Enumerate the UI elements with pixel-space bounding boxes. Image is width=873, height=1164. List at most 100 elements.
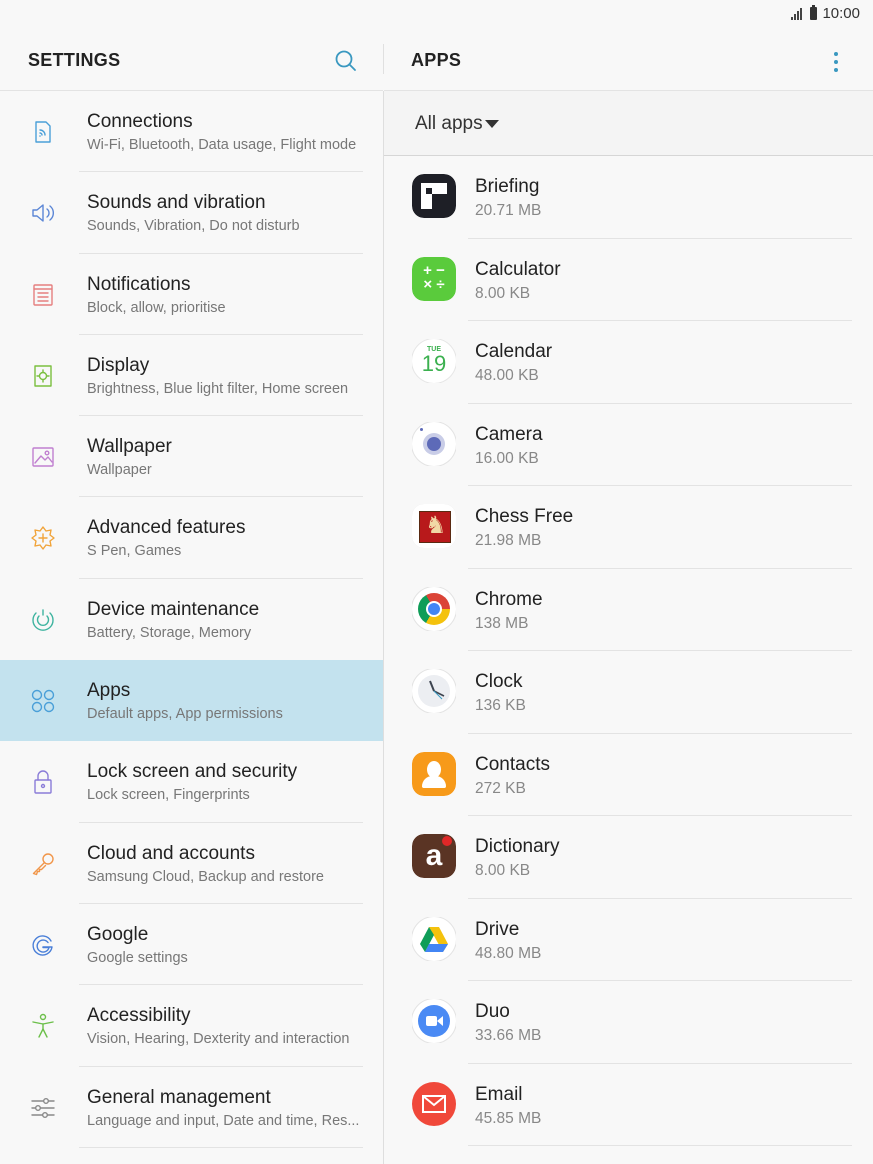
settings-item-title: Apps [87, 680, 131, 702]
dictionary-icon: a [412, 834, 456, 878]
settings-item-wallpaper[interactable]: Wallpaper Wallpaper [0, 416, 383, 498]
settings-item-title: Google [87, 923, 149, 945]
app-list-item[interactable]: Email 45.85 MB [384, 1064, 873, 1146]
status-indicators: 10:00 [791, 5, 860, 22]
signal-icon [791, 7, 805, 20]
settings-item-title: Display [87, 354, 150, 376]
app-list-item[interactable]: Duo 33.66 MB [384, 981, 873, 1064]
app-list-item[interactable]: Contacts 272 KB [384, 734, 873, 816]
settings-item-subtitle: Wi-Fi, Bluetooth, Data usage, Flight mod… [87, 137, 357, 153]
app-size: 48.80 MB [475, 944, 542, 962]
camera-icon [412, 421, 456, 466]
settings-item-subtitle: Google settings [87, 949, 188, 966]
settings-item-subtitle: S Pen, Games [87, 543, 182, 560]
settings-header: SETTINGS [0, 28, 383, 91]
advanced-features-icon [28, 523, 58, 553]
accessibility-icon [28, 1011, 58, 1041]
settings-list: Connections Wi-Fi, Bluetooth, Data usage… [0, 91, 383, 1148]
app-name: Camera [475, 423, 543, 445]
connections-icon [28, 117, 58, 147]
lock-icon [28, 767, 58, 797]
clock-time: 10:00 [822, 5, 860, 22]
settings-item-subtitle: Sounds, Vibration, Do not disturb [87, 218, 300, 235]
settings-item-title: General management [87, 1086, 271, 1108]
settings-item-subtitle: Lock screen, Fingerprints [87, 787, 250, 804]
settings-item-subtitle: Language and input, Date and time, Res..… [87, 1112, 360, 1129]
settings-item-google[interactable]: Google Google settings [0, 904, 383, 986]
briefing-icon [412, 174, 456, 218]
settings-item-subtitle: Wallpaper [87, 462, 152, 479]
settings-item-title: Advanced features [87, 517, 246, 539]
settings-item-subtitle: Samsung Cloud, Backup and restore [87, 868, 324, 885]
app-name: Email [475, 1083, 523, 1105]
app-size: 16.00 KB [475, 449, 539, 467]
app-list-item[interactable]: Camera 16.00 KB [384, 404, 873, 486]
app-name: Chess Free [475, 506, 574, 527]
app-size: 136 KB [475, 697, 526, 714]
app-name: Clock [475, 671, 523, 692]
settings-item-notifications[interactable]: Notifications Block, allow, prioritise [0, 254, 383, 335]
settings-item-accessibility[interactable]: Accessibility Vision, Hearing, Dexterity… [0, 985, 383, 1067]
calculator-icon: + − × ÷ [412, 256, 456, 301]
device-maintenance-icon [28, 605, 58, 635]
more-options-button[interactable] [825, 50, 847, 74]
volume-icon [28, 198, 58, 228]
email-icon [412, 1081, 456, 1126]
divider [468, 1145, 852, 1146]
search-button[interactable] [333, 48, 359, 74]
settings-item-subtitle: Brightness, Blue light filter, Home scre… [87, 380, 349, 397]
app-name: Contacts [475, 753, 550, 775]
app-list-item[interactable]: Chrome 138 MB [384, 569, 873, 651]
app-size: 48.00 KB [475, 367, 539, 384]
app-list-item[interactable]: Drive 48.80 MB [384, 899, 873, 981]
app-filter-dropdown[interactable]: All apps [384, 91, 873, 156]
app-name: Chrome [475, 588, 543, 610]
key-icon [28, 849, 58, 879]
app-name: Calculator [475, 258, 561, 280]
app-name: Dictionary [475, 836, 560, 857]
app-list-item[interactable]: a Dictionary 8.00 KB [384, 816, 873, 899]
app-size: 138 MB [475, 614, 529, 632]
apps-title: APPS [411, 50, 462, 70]
app-list-item[interactable]: + − × ÷ Calculator 8.00 KB [384, 239, 873, 321]
app-size: 8.00 KB [475, 284, 531, 302]
chrome-icon [412, 586, 456, 631]
settings-item-lock[interactable]: Lock screen and security Lock screen, Fi… [0, 741, 383, 823]
settings-item-volume[interactable]: Sounds and vibration Sounds, Vibration, … [0, 172, 383, 254]
app-size: 20.71 MB [475, 202, 542, 219]
google-icon [28, 930, 58, 960]
filter-label: All apps [415, 113, 483, 134]
settings-item-title: Device maintenance [87, 598, 260, 620]
settings-item-subtitle: Battery, Storage, Memory [87, 624, 252, 641]
settings-item-title: Accessibility [87, 1005, 191, 1027]
app-size: 8.00 KB [475, 862, 531, 879]
settings-item-device-maintenance[interactable]: Device maintenance Battery, Storage, Mem… [0, 579, 383, 660]
chess-icon: ♞ [412, 504, 456, 548]
drive-icon [412, 916, 456, 961]
search-icon [335, 50, 356, 71]
duo-icon [412, 999, 456, 1043]
app-size: 33.66 MB [475, 1027, 542, 1044]
apps-icon [28, 686, 58, 716]
app-size: 272 KB [475, 779, 526, 797]
settings-item-connections[interactable]: Connections Wi-Fi, Bluetooth, Data usage… [0, 91, 383, 173]
settings-item-apps[interactable]: Apps Default apps, App permissions [0, 660, 383, 742]
battery-icon [810, 5, 818, 20]
contacts-icon [412, 751, 456, 796]
app-list-item[interactable]: Clock 136 KB [384, 651, 873, 734]
app-name: Drive [475, 918, 520, 940]
clock-icon [412, 669, 456, 713]
settings-item-subtitle: Default apps, App permissions [87, 706, 283, 723]
more-icon [834, 52, 838, 56]
app-list-item[interactable]: ♞ Chess Free 21.98 MB [384, 486, 873, 569]
settings-item-subtitle: Block, allow, prioritise [87, 299, 226, 316]
settings-item-sliders[interactable]: General management Language and input, D… [0, 1067, 383, 1148]
settings-item-title: Cloud and accounts [87, 842, 255, 864]
settings-item-advanced-features[interactable]: Advanced features S Pen, Games [0, 497, 383, 579]
notifications-icon [28, 280, 58, 310]
settings-item-key[interactable]: Cloud and accounts Samsung Cloud, Backup… [0, 823, 383, 904]
app-list-item[interactable]: Briefing 20.71 MB [384, 156, 873, 239]
settings-item-title: Notifications [87, 273, 191, 295]
app-list-item[interactable]: TUE 19 Calendar 48.00 KB [384, 321, 873, 404]
settings-item-display[interactable]: Display Brightness, Blue light filter, H… [0, 335, 383, 417]
